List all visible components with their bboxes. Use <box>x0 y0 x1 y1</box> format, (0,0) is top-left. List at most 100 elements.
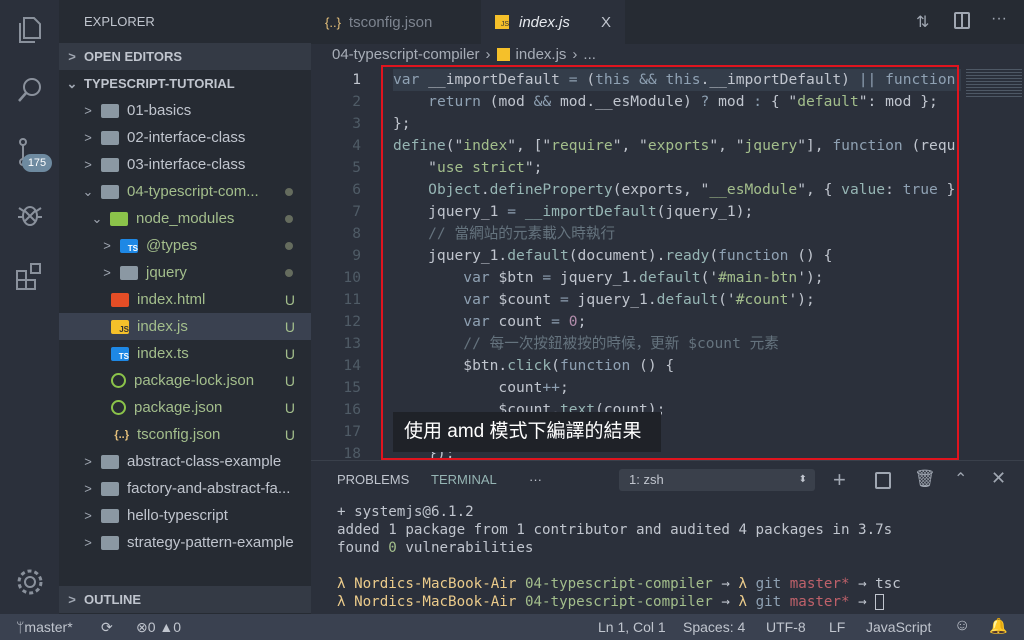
terminal-token: git <box>755 594 790 610</box>
js-icon: JS <box>111 319 129 334</box>
tree-item[interactable]: package.json U <box>59 394 311 421</box>
outline-section[interactable]: > OUTLINE <box>59 586 311 613</box>
tree-item[interactable]: {..} tsconfig.json U <box>59 421 311 448</box>
folder-open-icon <box>101 184 119 199</box>
tree-item[interactable]: > abstract-class-example <box>59 448 311 475</box>
terminal-token: tsc <box>875 576 901 592</box>
terminal-token: 0 <box>388 540 397 556</box>
tree-item[interactable]: TS index.ts U <box>59 340 311 367</box>
untracked-badge: U <box>284 372 295 389</box>
node-json-icon <box>111 400 126 415</box>
tree-item-label: package.json <box>134 399 223 416</box>
extensions-icon[interactable] <box>14 260 46 292</box>
chevron-right-icon: > <box>84 157 92 172</box>
language-mode[interactable]: JavaScript <box>866 619 931 635</box>
line-ending[interactable]: LF <box>829 619 845 635</box>
trash-icon[interactable]: 🗑 <box>914 469 936 489</box>
chevron-right-icon: > <box>84 103 92 118</box>
tree-item[interactable]: >03-interface-class <box>59 151 311 178</box>
json-icon: {..} <box>114 428 129 441</box>
chevron-right-icon: › <box>485 46 491 63</box>
untracked-badge: U <box>284 399 295 416</box>
tree-item[interactable]: package-lock.json U <box>59 367 311 394</box>
files-icon[interactable] <box>14 14 46 46</box>
line-number: 1 <box>352 71 361 88</box>
tree-item[interactable]: index.html U <box>59 286 311 313</box>
debug-icon[interactable] <box>14 198 46 230</box>
terminal-select[interactable]: 1: zsh ⬍ <box>619 469 815 491</box>
split-editor-icon[interactable] <box>954 12 970 29</box>
more-actions-icon[interactable]: ··· <box>991 10 1007 28</box>
tree-item[interactable]: >01-basics <box>59 97 311 124</box>
tree-item-label: 01-basics <box>127 102 192 119</box>
tree-item[interactable]: JS index.js U <box>59 313 311 340</box>
tree-item-label: index.js <box>137 318 188 335</box>
tree-item[interactable]: ⌄ 04-typescript-com... <box>59 178 311 205</box>
tab-problems[interactable]: PROBLEMS <box>337 472 409 487</box>
line-number: 4 <box>352 137 361 154</box>
modified-dot <box>285 268 293 277</box>
tree-item[interactable]: > factory-and-abstract-fa... <box>59 475 311 502</box>
ts-folder-icon: TS <box>120 238 138 253</box>
line-number: 7 <box>352 203 361 220</box>
indentation[interactable]: Spaces: 4 <box>683 619 745 635</box>
tree-item[interactable]: > jquery <box>59 259 311 286</box>
chevron-right-icon: › <box>572 46 578 63</box>
tree-item[interactable]: >02-interface-class <box>59 124 311 151</box>
panel-more-icon[interactable]: ··· <box>529 472 542 487</box>
terminal-token: λ <box>337 594 355 610</box>
terminal-token: → <box>712 594 739 610</box>
minimap[interactable] <box>966 69 1022 99</box>
terminal-token: found <box>337 540 389 556</box>
bell-icon[interactable]: 🔔 <box>989 617 1008 635</box>
encoding[interactable]: UTF-8 <box>766 619 806 635</box>
untracked-badge: U <box>284 291 295 308</box>
folder-icon <box>101 535 119 550</box>
tree-item[interactable]: > hello-typescript <box>59 502 311 529</box>
editor-tabs: {..} tsconfig.json JS index.js X ⇅ ··· <box>311 0 1024 44</box>
tree-item[interactable]: ⌄ node_modules <box>59 205 311 232</box>
line-number: 14 <box>343 357 361 374</box>
breadcrumb-folder[interactable]: 04-typescript-compiler <box>332 46 480 63</box>
section-label: OUTLINE <box>84 592 142 607</box>
tree-item-label: 02-interface-class <box>127 129 246 146</box>
root-folder-section[interactable]: ⌄ TYPESCRIPT-TUTORIAL <box>59 70 311 97</box>
tree-item-label: @types <box>146 237 198 254</box>
tab-tsconfig-json[interactable]: {..} tsconfig.json <box>311 0 481 44</box>
problems-status[interactable]: ⊗0 ▲0 <box>136 619 181 636</box>
chevron-right-icon: > <box>68 49 76 64</box>
new-terminal-icon[interactable]: + <box>833 467 846 493</box>
tab-index-js[interactable]: JS index.js X <box>481 0 625 44</box>
gear-icon[interactable] <box>14 566 46 598</box>
modified-dot <box>285 214 293 223</box>
search-icon[interactable] <box>14 74 46 106</box>
explorer-title: EXPLORER <box>84 14 155 29</box>
branch-status[interactable]: ᛘmaster* <box>16 619 73 635</box>
tree-item-label: node_modules <box>136 210 235 227</box>
compare-changes-icon[interactable]: ⇅ <box>916 12 929 32</box>
branch-label: master* <box>24 619 73 635</box>
explorer-sidebar: EXPLORER > OPEN EDITORS ⌄ TYPESCRIPT-TUTOR… <box>59 0 311 614</box>
node-icon <box>110 211 128 226</box>
highlight-box <box>381 65 959 460</box>
terminal-token: λ <box>337 576 355 592</box>
breadcrumb-symbol[interactable]: ... <box>583 46 596 63</box>
close-icon[interactable]: X <box>601 14 611 31</box>
tree-item[interactable]: > strategy-pattern-example <box>59 529 311 556</box>
maximize-panel-icon[interactable]: ⌃ <box>954 469 967 489</box>
sync-icon[interactable]: ⟳ <box>101 619 113 636</box>
breadcrumb-file[interactable]: index.js <box>516 46 567 63</box>
cursor-position[interactable]: Ln 1, Col 1 <box>598 619 666 635</box>
line-number: 18 <box>343 445 361 459</box>
split-terminal-icon[interactable] <box>875 472 891 489</box>
terminal-token: λ <box>738 576 756 592</box>
chevron-right-icon: > <box>68 592 76 607</box>
tree-item-label: hello-typescript <box>127 507 228 524</box>
folder-icon <box>101 481 119 496</box>
open-editors-section[interactable]: > OPEN EDITORS <box>59 43 311 70</box>
close-panel-icon[interactable]: ✕ <box>991 468 1006 489</box>
terminal-line: λ Nordics-MacBook-Air 04-typescript-comp… <box>337 576 901 592</box>
tree-item[interactable]: > TS @types <box>59 232 311 259</box>
feedback-icon[interactable]: ☺ <box>954 617 970 635</box>
tab-terminal[interactable]: TERMINAL <box>431 472 497 487</box>
